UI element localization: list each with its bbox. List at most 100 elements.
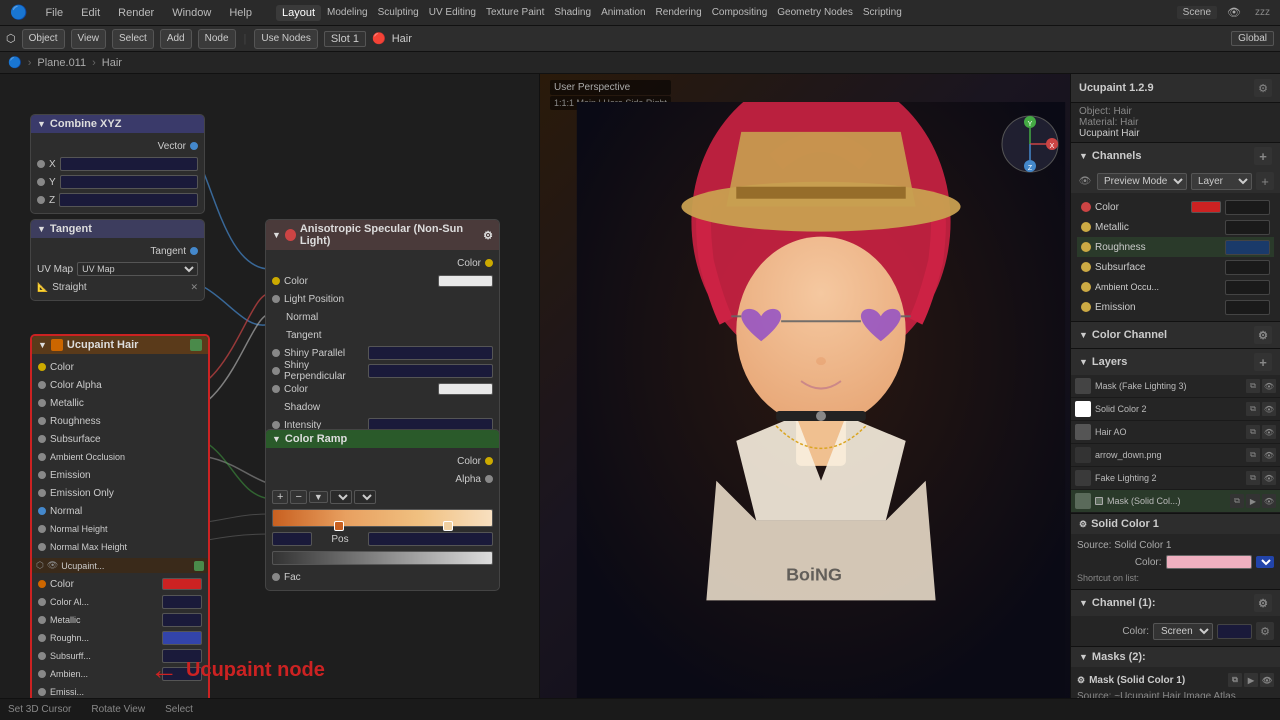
z-value[interactable]: 0.474 [59, 193, 198, 207]
layer-eye-btn-4[interactable]: 👁 [1262, 471, 1276, 485]
ramp-pos-value[interactable]: 0.159 [368, 532, 493, 546]
ramp-collapse[interactable]: ▼ [272, 434, 281, 444]
layer-eye-btn-2[interactable]: 👁 [1262, 425, 1276, 439]
ramp-stop-2[interactable] [443, 521, 453, 531]
layer-copy-btn-4[interactable]: ⧉ [1246, 471, 1260, 485]
add-menu-btn[interactable]: Add [160, 29, 192, 49]
color-channel-header[interactable]: ▼ Color Channel ⚙ [1071, 322, 1280, 348]
tab-texture-paint[interactable]: Texture Paint [482, 5, 548, 21]
add-channel-btn[interactable]: + [1254, 147, 1272, 165]
mask-solid-render-btn[interactable]: ▶ [1244, 673, 1258, 687]
y-value[interactable]: -5.471 [60, 175, 198, 189]
uvmap-dropdown[interactable]: UV Map [77, 262, 198, 276]
layer-copy-btn-1[interactable]: ⧉ [1246, 402, 1260, 416]
color-channel-val[interactable]: 0.000 [1225, 200, 1270, 215]
tab-scripting[interactable]: Scripting [859, 5, 906, 21]
breadcrumb-hair-1[interactable]: 🔵 [8, 56, 22, 69]
object-mode-dropdown[interactable]: Object [22, 29, 65, 49]
node-canvas[interactable]: ▼ Combine XYZ Vector X -0.094 [0, 74, 539, 720]
shiny-perp-val[interactable]: 0.100 [368, 364, 493, 378]
channels-header[interactable]: ▼ Channels + [1071, 143, 1280, 169]
tab-sculpting[interactable]: Sculpting [374, 5, 423, 21]
add-layer-btn[interactable]: + [1256, 172, 1274, 190]
masks-header[interactable]: ▼ Masks (2): [1071, 647, 1280, 667]
sub-calpha-val[interactable]: 0.000 [162, 595, 202, 609]
menu-file[interactable]: File [41, 5, 67, 21]
tab-modeling[interactable]: Modeling [323, 5, 372, 21]
sub-color-swatch[interactable] [162, 578, 202, 590]
tab-geometry-nodes[interactable]: Geometry Nodes [773, 5, 857, 21]
ramp-interp-select[interactable]: Linear [354, 490, 376, 504]
layer-fake-lighting-2[interactable]: Fake Lighting 2 ⧉ 👁 [1071, 467, 1280, 490]
scene-selector[interactable]: Scene [1177, 6, 1217, 19]
mask-solid-eye-btn[interactable]: 👁 [1260, 673, 1274, 687]
x-value[interactable]: -0.094 [60, 157, 198, 171]
preview-mode-dropdown[interactable]: Preview Mode [1097, 173, 1187, 190]
layer-copy-btn-2[interactable]: ⧉ [1246, 425, 1260, 439]
view-menu-btn[interactable]: View [71, 29, 107, 49]
tab-animation[interactable]: Animation [597, 5, 649, 21]
tab-shading[interactable]: Shading [550, 5, 595, 21]
layer-eye-btn-5[interactable]: 👁 [1262, 494, 1276, 508]
emission-channel-val[interactable]: 0.000 [1225, 300, 1270, 315]
mask-solid-gear[interactable]: ⚙ [1077, 675, 1085, 686]
add-layers-btn[interactable]: + [1254, 353, 1272, 371]
solid-gear-btn[interactable]: ⚙ [1079, 519, 1087, 530]
solid-color-swatch[interactable] [1166, 555, 1253, 569]
sub-roughness-val[interactable]: 0.600 [162, 631, 202, 645]
breadcrumb-hair-2[interactable]: Hair [102, 57, 122, 69]
node-menu-btn[interactable]: Node [198, 29, 236, 49]
metallic-channel-val[interactable]: 0.000 [1225, 220, 1270, 235]
tab-layout[interactable]: Layout [276, 5, 321, 21]
menu-help[interactable]: Help [225, 5, 256, 21]
ch1-blend-select[interactable]: Screen [1153, 623, 1213, 640]
aniso-settings-icon[interactable]: ⚙ [483, 229, 493, 242]
tangent-collapse[interactable]: ▼ [37, 224, 46, 234]
layer-render-btn-5[interactable]: ▶ [1246, 494, 1260, 508]
layer-eye-btn-1[interactable]: 👁 [1262, 402, 1276, 416]
layers-header[interactable]: ▼ Layers + [1071, 349, 1280, 375]
ao-channel-val[interactable]: 0.000 [1225, 280, 1270, 295]
direction-close[interactable]: ✕ [190, 282, 198, 293]
ramp-mode-select[interactable]: RGB [330, 490, 352, 504]
shiny-parallel-val[interactable]: 0.600 [368, 346, 493, 360]
ramp-remove-btn[interactable]: − [290, 490, 306, 504]
layer-copy-btn-5[interactable]: ⧉ [1230, 494, 1244, 508]
layer-copy-btn-3[interactable]: ⧉ [1246, 448, 1260, 462]
tab-rendering[interactable]: Rendering [652, 5, 706, 21]
layer-eye-btn-0[interactable]: 👁 [1262, 379, 1276, 393]
mask-solid-copy-btn[interactable]: ⧉ [1228, 673, 1242, 687]
layer-solid-color-2[interactable]: Solid Color 2 ⧉ 👁 [1071, 398, 1280, 421]
layer-dropdown[interactable]: Layer [1191, 173, 1252, 190]
menu-window[interactable]: Window [168, 5, 215, 21]
preview-eye-btn[interactable]: 👁 [1077, 173, 1093, 189]
ch1-settings-btn[interactable]: ⚙ [1256, 622, 1274, 640]
aniso-collapse[interactable]: ▼ [272, 230, 281, 240]
layer-hair-ao[interactable]: Hair AO ⧉ 👁 [1071, 421, 1280, 444]
sub-metallic-val[interactable]: 0.000 [162, 613, 202, 627]
subsurface-channel-val[interactable]: 0.005 [1225, 260, 1270, 275]
layer-eye-btn-3[interactable]: 👁 [1262, 448, 1276, 462]
layer-mask-solid-active[interactable]: Mask (Solid Col...) ⧉ ▶ 👁 [1071, 490, 1280, 513]
aniso-color-swatch2[interactable] [438, 383, 493, 395]
navigation-gizmo[interactable]: Y X Z [1000, 114, 1060, 174]
ucupaint-settings-btn[interactable]: ⚙ [1254, 79, 1272, 97]
menu-edit[interactable]: Edit [77, 5, 104, 21]
combine-xyz-collapse[interactable]: ▼ [37, 119, 46, 129]
layer-copy-btn-0[interactable]: ⧉ [1246, 379, 1260, 393]
viewport[interactable]: ⊕ ✛ ↻ ⬡ ⊞ ✏ 📏 Object Mode View Select Ad… [540, 74, 1070, 720]
aniso-color-swatch[interactable] [438, 275, 493, 287]
ramp-stop-index[interactable]: 2 [272, 532, 312, 546]
select-menu-btn[interactable]: Select [112, 29, 154, 49]
ramp-gradient[interactable] [272, 509, 493, 527]
color-channel-swatch[interactable] [1191, 201, 1221, 213]
channel-1-header[interactable]: ▼ Channel (1): ⚙ [1071, 590, 1280, 616]
solid-color-1-header[interactable]: ⚙ Solid Color 1 [1071, 514, 1280, 534]
layer-arrow-down[interactable]: arrow_down.png ⧉ 👁 [1071, 444, 1280, 467]
ch1-blend-val[interactable]: 0.33 [1217, 624, 1252, 639]
tab-compositing[interactable]: Compositing [708, 5, 772, 21]
ucupaint-collapse[interactable]: ▼ [38, 340, 47, 350]
ramp-add-btn[interactable]: + [272, 490, 288, 504]
use-nodes-btn[interactable]: Use Nodes [254, 29, 317, 49]
channel-1-gear[interactable]: ⚙ [1254, 594, 1272, 612]
